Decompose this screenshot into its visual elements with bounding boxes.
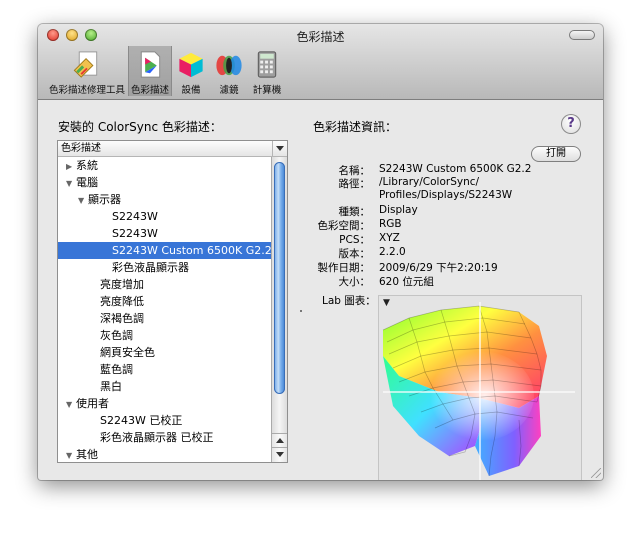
profile-list[interactable]: 色彩描述 ▶ 系統 ▼ 電腦 ▼ 顯示器 S2243W S2243W S2243W Custom… [57, 140, 288, 463]
list-item[interactable]: 網頁安全色 [58, 344, 272, 361]
device-cube-icon [179, 52, 203, 78]
list-item-label: S2243W [112, 227, 158, 240]
scrollbar-thumb[interactable] [274, 162, 285, 394]
info-key: PCS： [339, 234, 370, 246]
list-item[interactable]: S2243W [58, 225, 272, 242]
toolbar-toggle-button[interactable] [569, 30, 595, 40]
resize-grip-icon[interactable] [591, 468, 601, 478]
list-item[interactable]: 灰色調 [58, 327, 272, 344]
info-value: RGB [379, 218, 402, 230]
scroll-up-button[interactable] [272, 433, 287, 448]
list-item-label: 亮度增加 [100, 278, 144, 291]
disclosure-triangle-icon[interactable]: ▼ [66, 396, 76, 413]
profile-rows: ▶ 系統 ▼ 電腦 ▼ 顯示器 S2243W S2243W S2243W Custom 6500… [58, 157, 272, 462]
list-item-label: 彩色液晶顯示器 [112, 261, 189, 274]
lab-plot-label: Lab 圖表： [322, 295, 376, 307]
disclosure-triangle-icon[interactable]: ▼ [66, 175, 76, 192]
list-sort-dropdown[interactable]: 色彩描述 [58, 141, 287, 157]
info-key: 大小： [338, 276, 371, 288]
list-item-label: 系統 [76, 159, 98, 172]
info-value: 2.2.0 [379, 246, 406, 258]
help-button[interactable]: ? [561, 114, 581, 134]
list-item-label: S2243W 已校正 [100, 414, 183, 427]
info-key: 路徑： [338, 178, 371, 190]
tool-label: 設備 [181, 85, 201, 96]
repair-icon [73, 51, 98, 78]
list-item-label: 網頁安全色 [100, 346, 155, 359]
list-item[interactable]: 黑白 [58, 378, 272, 395]
list-item[interactable]: S2243W [58, 208, 272, 225]
profile-info-heading: 色彩描述資訊： [313, 120, 398, 134]
info-key: 色彩空間： [317, 220, 371, 232]
list-item-label: 其他 [76, 448, 98, 461]
list-item-label: S2243W [112, 210, 158, 223]
list-item[interactable]: ▶ 系統 [58, 157, 272, 174]
info-value: Display [379, 204, 418, 216]
tool-label: 計算機 [252, 85, 282, 96]
list-item-label: 顯示器 [88, 193, 121, 206]
tool-colorsync-utility[interactable]: 色彩描述修理工具 [46, 46, 128, 96]
list-item-label: 黑白 [100, 380, 122, 393]
tool-label: 濾鏡 [219, 85, 239, 96]
tool-label: 色彩描述修理工具 [49, 85, 126, 96]
info-value: XYZ [379, 232, 400, 244]
list-item-label: 亮度降低 [100, 295, 144, 308]
list-item[interactable]: 深褐色調 [58, 310, 272, 327]
tool-filters[interactable]: 濾鏡 [210, 46, 248, 96]
open-button[interactable]: 打開 [531, 146, 581, 162]
lab-gamut-graphic [382, 302, 575, 480]
list-item-label: 電腦 [76, 176, 98, 189]
content-area: 安裝的 ColorSync 色彩描述： 色彩描述 ▶ 系統 ▼ 電腦 ▼ 顯示器 S2243… [38, 100, 603, 480]
info-key: 版本： [338, 248, 371, 260]
lab-plot[interactable] [378, 295, 582, 480]
list-item-label: 使用者 [76, 397, 109, 410]
info-value: 2009/6/29 下午2:20:19 [379, 262, 498, 274]
list-item[interactable]: ▼ 使用者 [58, 395, 272, 412]
list-item[interactable]: 彩色液晶顯示器 已校正 [58, 429, 272, 446]
list-item[interactable]: ▼ 顯示器 [58, 191, 272, 208]
list-item[interactable]: 亮度增加 [58, 276, 272, 293]
chevron-down-icon [272, 141, 287, 156]
disclosure-triangle-icon[interactable]: ▼ [66, 447, 76, 462]
title-bar: 色彩描述 色彩描述修理工具 色彩描述 設備 濾鏡 計算機 [38, 24, 603, 100]
list-sort-value: 色彩描述 [61, 143, 101, 154]
info-value: /Library/ColorSync/ [379, 176, 480, 188]
calculator-icon [257, 51, 277, 78]
tool-calculator[interactable]: 計算機 [248, 46, 286, 96]
toolbar: 色彩描述修理工具 色彩描述 設備 濾鏡 計算機 [46, 46, 286, 96]
info-value: 620 位元組 [379, 276, 434, 288]
list-item-label: 深褐色調 [100, 312, 144, 325]
info-key: 製作日期： [317, 262, 371, 274]
lab-menu-icon[interactable]: ▼ [383, 298, 390, 308]
window-title: 色彩描述 [296, 30, 345, 44]
list-item[interactable]: 藍色調 [58, 361, 272, 378]
tool-devices[interactable]: 設備 [172, 46, 210, 96]
info-value: S2243W Custom 6500K G2.2 [379, 163, 532, 175]
list-item[interactable]: ▼ 其他 [58, 446, 272, 462]
list-item-label: 灰色調 [100, 329, 133, 342]
list-item[interactable]: ▼ 電腦 [58, 174, 272, 191]
list-item[interactable]: 彩色液晶顯示器 [58, 259, 272, 276]
disclosure-triangle-icon[interactable]: ▼ [78, 192, 88, 209]
list-item-label: S2243W Custom 6500K G2.2 [112, 244, 272, 257]
profiles-window: 色彩描述 色彩描述修理工具 色彩描述 設備 濾鏡 計算機 安裝的 ColorSy… [38, 24, 603, 480]
tool-label: 色彩描述 [131, 85, 170, 96]
list-item[interactable]: S2243W 已校正 [58, 412, 272, 429]
list-item[interactable]: S2243W Custom 6500K G2.2 [58, 242, 272, 259]
profile-icon [140, 51, 161, 78]
scroll-down-button[interactable] [272, 447, 287, 462]
list-item-label: 藍色調 [100, 363, 133, 376]
list-scrollbar[interactable] [271, 157, 287, 462]
info-value: Profiles/Displays/S2243W [379, 189, 513, 201]
list-item[interactable]: 亮度降低 [58, 293, 272, 310]
disclosure-triangle-icon[interactable]: ▶ [66, 158, 76, 175]
split-handle[interactable] [300, 310, 302, 312]
installed-profiles-heading: 安裝的 ColorSync 色彩描述： [58, 120, 222, 134]
tool-profiles[interactable]: 色彩描述 [128, 46, 173, 96]
info-key: 種類： [338, 206, 371, 218]
list-item-label: 彩色液晶顯示器 已校正 [100, 431, 214, 444]
filters-icon [216, 55, 242, 76]
